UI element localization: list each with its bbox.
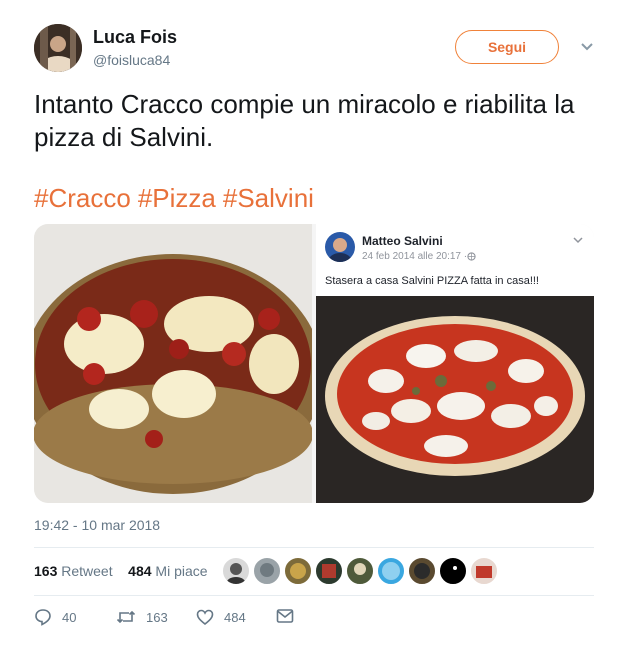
like-button[interactable]: 484 bbox=[196, 608, 246, 626]
like-action-count: 484 bbox=[224, 609, 246, 625]
avatar[interactable] bbox=[346, 557, 374, 585]
tweet-text: Intanto Cracco compie un miracolo e riab… bbox=[34, 89, 575, 152]
avatar[interactable] bbox=[315, 557, 343, 585]
author-handle[interactable]: @foisluca84 bbox=[93, 52, 170, 68]
tweet-timestamp[interactable]: 19:42 - 10 mar 2018 bbox=[34, 517, 160, 533]
embedded-date-text: 24 feb 2014 alle 20:17 · bbox=[362, 251, 468, 262]
avatar[interactable] bbox=[470, 557, 498, 585]
retweet-action-count: 163 bbox=[146, 609, 168, 625]
heart-icon bbox=[196, 609, 214, 626]
reply-button[interactable]: 40 bbox=[34, 608, 76, 626]
photo-salvini-pizza bbox=[316, 296, 594, 503]
author-name[interactable]: Luca Fois bbox=[93, 27, 177, 48]
hashtags: #Cracco #Pizza #Salvini bbox=[34, 183, 321, 214]
embedded-facebook-post[interactable]: Matteo Salvini 24 feb 2014 alle 20:17 · … bbox=[316, 224, 594, 503]
divider bbox=[34, 595, 594, 596]
retweet-icon bbox=[116, 610, 136, 624]
follow-button[interactable]: Segui bbox=[455, 30, 559, 64]
avatar[interactable] bbox=[284, 557, 312, 585]
retweet-count[interactable]: 163 bbox=[34, 563, 57, 579]
like-label[interactable]: Mi piace bbox=[155, 563, 207, 579]
chevron-down-icon[interactable] bbox=[578, 38, 596, 56]
retweet-button[interactable]: 163 bbox=[116, 608, 168, 626]
avatar[interactable] bbox=[377, 557, 405, 585]
tweet-stats: 163 Retweet 484 Mi piace bbox=[34, 563, 208, 579]
photo-cracco-pizza[interactable] bbox=[34, 224, 323, 503]
like-count[interactable]: 484 bbox=[128, 563, 151, 579]
hashtag-link[interactable]: #Cracco bbox=[34, 183, 131, 213]
reply-count: 40 bbox=[62, 609, 77, 625]
hashtag-link[interactable]: #Salvini bbox=[223, 183, 314, 213]
avatar-image bbox=[34, 24, 82, 72]
tweet-media[interactable]: Matteo Salvini 24 feb 2014 alle 20:17 · … bbox=[34, 224, 594, 503]
tweet-actions: 40 163 484 bbox=[34, 608, 334, 630]
avatar[interactable] bbox=[253, 557, 281, 585]
reply-icon bbox=[35, 609, 51, 626]
globe-icon bbox=[467, 252, 476, 261]
embedded-text: Stasera a casa Salvini PIZZA fatta in ca… bbox=[325, 275, 539, 287]
avatar[interactable] bbox=[34, 24, 82, 72]
avatar[interactable] bbox=[439, 557, 467, 585]
hashtag-link[interactable]: #Pizza bbox=[138, 183, 216, 213]
avatar[interactable] bbox=[408, 557, 436, 585]
divider bbox=[34, 547, 594, 548]
embedded-date: 24 feb 2014 alle 20:17 · bbox=[362, 251, 476, 262]
mail-icon bbox=[276, 609, 294, 623]
direct-message-button[interactable] bbox=[276, 608, 304, 624]
embedded-author: Matteo Salvini bbox=[362, 234, 443, 248]
retweet-label[interactable]: Retweet bbox=[61, 563, 112, 579]
chevron-down-icon bbox=[572, 232, 584, 250]
avatar[interactable] bbox=[222, 557, 250, 585]
embedded-avatar bbox=[325, 232, 355, 262]
